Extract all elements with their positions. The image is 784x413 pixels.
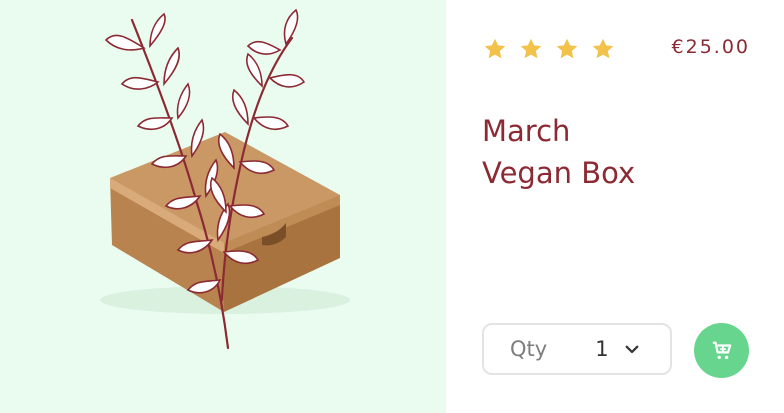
product-image[interactable] <box>0 0 446 413</box>
star-icon <box>592 38 614 59</box>
product-card: €25.00 March Vegan Box Qty 1 <box>0 0 784 413</box>
quantity-label: Qty <box>510 337 548 361</box>
quantity-value: 1 <box>595 337 609 361</box>
chevron-down-icon[interactable] <box>623 340 641 358</box>
product-title-line1: March <box>482 114 571 148</box>
star-icon <box>484 38 506 59</box>
product-info: €25.00 March Vegan Box Qty 1 <box>446 0 784 413</box>
quantity-select[interactable]: Qty 1 <box>482 323 672 375</box>
product-price: €25.00 <box>671 36 750 58</box>
star-icon <box>556 38 578 59</box>
product-title-line2: Vegan Box <box>482 156 636 190</box>
add-to-cart-icon <box>712 341 731 359</box>
kraft-box-illustration <box>100 8 350 350</box>
product-title[interactable]: March Vegan Box <box>482 110 742 194</box>
add-to-cart-button[interactable] <box>694 323 749 378</box>
star-rating <box>482 36 616 62</box>
star-icon <box>520 38 542 59</box>
